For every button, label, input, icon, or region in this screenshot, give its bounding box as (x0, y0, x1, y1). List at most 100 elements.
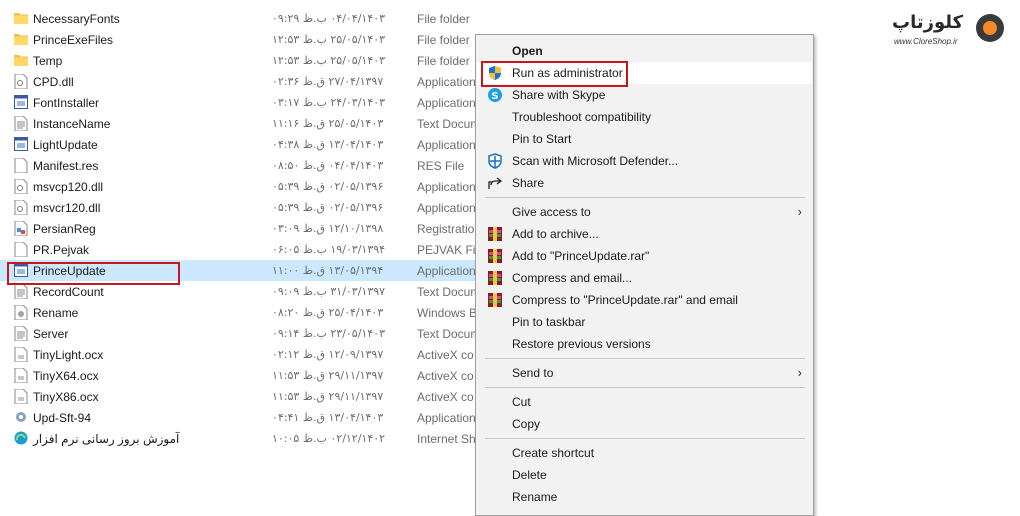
file-row[interactable]: Server ۲۳/۰۵/۱۴۰۳ ب.ظ ۰۹:۱۴ Text Docum (0, 323, 480, 344)
file-name: Upd-Sft-94 (33, 411, 92, 425)
file-row[interactable]: آموزش بروز رسانی نرم افزار ۰۲/۱۲/۱۴۰۲ ب.ظ… (0, 428, 480, 449)
menu-item-scan-with-microsoft-defender[interactable]: Scan with Microsoft Defender... (477, 150, 812, 172)
file-row[interactable]: Manifest.res ۰۴/۰۴/۱۴۰۳ ق.ظ ۰۸:۵۰ RES File (0, 155, 480, 176)
winrar-icon (487, 226, 503, 242)
file-row[interactable]: FontInstaller ۲۴/۰۳/۱۴۰۳ ب.ظ ۰۳:۱۷ Applica… (0, 92, 480, 113)
file-date-modified: ۲۷/۰۴/۱۳۹۷ ق.ظ ۰۲:۳۶ (272, 75, 384, 88)
file-icon (14, 241, 28, 258)
file-row[interactable]: NecessaryFonts ۰۴/۰۴/۱۴۰۳ ب.ظ ۰۹:۲۹ File f… (0, 8, 480, 29)
file-date-modified: ۲۳/۰۵/۱۴۰۳ ب.ظ ۰۹:۱۴ (272, 327, 386, 340)
file-row[interactable]: msvcr120.dll ۰۲/۰۵/۱۳۹۶ ق.ظ ۰۵:۳۹ Applicat… (0, 197, 480, 218)
menu-item-label: Open (512, 44, 543, 58)
file-date-modified: ۲۴/۰۳/۱۴۰۳ ب.ظ ۰۳:۱۷ (272, 96, 386, 109)
file-row[interactable]: TinyLight.ocx ۱۲/۰۹/۱۳۹۷ ق.ظ ۰۲:۱۲ ActiveX… (0, 344, 480, 365)
file-date-modified: ۰۲/۰۵/۱۳۹۶ ق.ظ ۰۵:۳۹ (272, 201, 384, 214)
menu-item-pin-to-taskbar[interactable]: Pin to taskbar (477, 311, 812, 333)
file-date-modified: ۲۹/۱۱/۱۳۹۷ ق.ظ ۱۱:۵۳ (272, 369, 384, 382)
menu-item-troubleshoot-compatibility[interactable]: Troubleshoot compatibility (477, 106, 812, 128)
file-type: Text Docum (417, 327, 481, 341)
text-file-icon (14, 325, 28, 342)
text-file-icon (14, 115, 28, 132)
file-row[interactable]: msvcp120.dll ۰۲/۰۵/۱۳۹۶ ق.ظ ۰۵:۳۹ Applicat… (0, 176, 480, 197)
menu-item-label: Add to archive... (512, 227, 599, 241)
folder-icon (14, 11, 28, 26)
app-icon (14, 95, 28, 110)
menu-item-add-to-princeupdate-rar[interactable]: Add to "PrinceUpdate.rar" (477, 245, 812, 267)
file-type: Registration (417, 222, 482, 236)
file-name: Server (33, 327, 69, 341)
file-name: PersianReg (33, 222, 96, 236)
menu-item-label: Pin to Start (512, 132, 572, 146)
file-date-modified: ۰۲/۱۲/۱۴۰۲ ب.ظ ۱۰:۰۵ (272, 432, 386, 445)
menu-item-pin-to-start[interactable]: Pin to Start (477, 128, 812, 150)
file-row[interactable]: LightUpdate ۱۳/۰۴/۱۴۰۳ ق.ظ ۰۴:۳۸ Applicati… (0, 134, 480, 155)
file-type: Windows B (417, 306, 478, 320)
file-name: PR.Pejvak (33, 243, 90, 257)
file-date-modified: ۲۵/۰۴/۱۴۰۳ ق.ظ ۰۸:۲۰ (272, 306, 384, 319)
dll-icon (14, 73, 28, 90)
dll-icon (14, 199, 28, 216)
ocx-icon (14, 388, 28, 405)
file-row[interactable]: Rename ۲۵/۰۴/۱۴۰۳ ق.ظ ۰۸:۲۰ Windows B (0, 302, 480, 323)
menu-item-label: Pin to taskbar (512, 315, 586, 329)
folder-icon (14, 53, 28, 68)
file-date-modified: ۱۳/۰۵/۱۳۹۴ ق.ظ ۱۱:۰۰ (272, 264, 384, 277)
menu-item-cut[interactable]: Cut (477, 391, 812, 413)
menu-item-label: Compress to "PrinceUpdate.rar" and email (512, 293, 738, 307)
file-row[interactable]: TinyX64.ocx ۲۹/۱۱/۱۳۹۷ ق.ظ ۱۱:۵۳ ActiveX c… (0, 365, 480, 386)
file-row[interactable]: PrinceExeFiles ۲۵/۰۵/۱۴۰۳ ب.ظ ۱۲:۵۳ File f… (0, 29, 480, 50)
menu-item-label: Scan with Microsoft Defender... (512, 154, 679, 168)
menu-item-label: Delete (512, 468, 547, 482)
svg-text:S: S (491, 91, 498, 102)
menu-item-add-to-archive[interactable]: Add to archive... (477, 223, 812, 245)
menu-item-create-shortcut[interactable]: Create shortcut (477, 442, 812, 464)
menu-item-restore-previous-versions[interactable]: Restore previous versions (477, 333, 812, 355)
text-file-icon (14, 283, 28, 300)
highlight-box-prince-update (7, 262, 180, 285)
file-type: Text Docum (417, 285, 481, 299)
winrar-icon (487, 270, 503, 286)
logo-url: www.CloreShop.ir (894, 37, 958, 46)
file-row[interactable]: Upd-Sft-94 ۱۳/۰۴/۱۴۰۳ ق.ظ ۰۴:۴۱ Applicatio… (0, 407, 480, 428)
file-icon (14, 157, 28, 174)
file-type: Internet Sh (417, 432, 476, 446)
ocx-icon (14, 367, 28, 384)
menu-item-share-with-skype[interactable]: S Share with Skype (477, 84, 812, 106)
file-name: msvcp120.dll (33, 180, 104, 194)
menu-item-send-to[interactable]: Send to › (477, 362, 812, 384)
menu-item-compress-and-email[interactable]: Compress and email... (477, 267, 812, 289)
menu-item-give-access-to[interactable]: Give access to › (477, 201, 812, 223)
file-date-modified: ۰۴/۰۴/۱۴۰۳ ب.ظ ۰۹:۲۹ (272, 12, 386, 25)
file-name: TinyLight.ocx (33, 348, 104, 362)
menu-item-label: Compress and email... (512, 271, 633, 285)
winrar-icon (487, 248, 503, 264)
file-type: Application (417, 75, 476, 89)
menu-item-label: Add to "PrinceUpdate.rar" (512, 249, 650, 263)
file-row[interactable]: Temp ۲۵/۰۵/۱۴۰۳ ب.ظ ۱۲:۵۳ File folder (0, 50, 480, 71)
file-type: ActiveX co (417, 369, 474, 383)
menu-item-copy[interactable]: Copy (477, 413, 812, 435)
file-row[interactable]: TinyX86.ocx ۲۹/۱۱/۱۳۹۷ ق.ظ ۱۱:۵۳ ActiveX c… (0, 386, 480, 407)
menu-item-share[interactable]: Share (477, 172, 812, 194)
menu-item-label: Troubleshoot compatibility (512, 110, 651, 124)
file-type: ActiveX co (417, 348, 474, 362)
menu-item-compress-to-princeupdate-rar-and-email[interactable]: Compress to "PrinceUpdate.rar" and email (477, 289, 812, 311)
file-name: CPD.dll (33, 75, 74, 89)
chevron-right-icon: › (797, 365, 802, 380)
folder-icon (14, 32, 28, 47)
site-logo: کلوزتاپ www.CloreShop.ir (892, 12, 1004, 52)
file-type: Application (417, 138, 476, 152)
menu-item-rename[interactable]: Rename (477, 486, 812, 508)
menu-item-delete[interactable]: Delete (477, 464, 812, 486)
file-row[interactable]: CPD.dll ۲۷/۰۴/۱۳۹۷ ق.ظ ۰۲:۳۶ Application (0, 71, 480, 92)
app-icon (14, 137, 28, 152)
file-name: RecordCount (33, 285, 104, 299)
gear-app-icon (14, 410, 28, 425)
file-row[interactable]: PR.Pejvak ۱۹/۰۳/۱۳۹۴ ب.ظ ۰۶:۰۵ PEJVAK File (0, 239, 485, 260)
file-row[interactable]: InstanceName ۲۵/۰۵/۱۴۰۳ ق.ظ ۱۱:۱۶ Text Doc… (0, 113, 480, 134)
menu-item-open[interactable]: Open (477, 40, 812, 62)
menu-item-label: Share (512, 176, 545, 190)
file-name: PrinceExeFiles (33, 33, 114, 47)
file-date-modified: ۱۹/۰۳/۱۳۹۴ ب.ظ ۰۶:۰۵ (272, 243, 386, 256)
file-row[interactable]: PersianReg ۱۲/۱۰/۱۳۹۸ ق.ظ ۰۳:۰۹ Registrati… (0, 218, 482, 239)
